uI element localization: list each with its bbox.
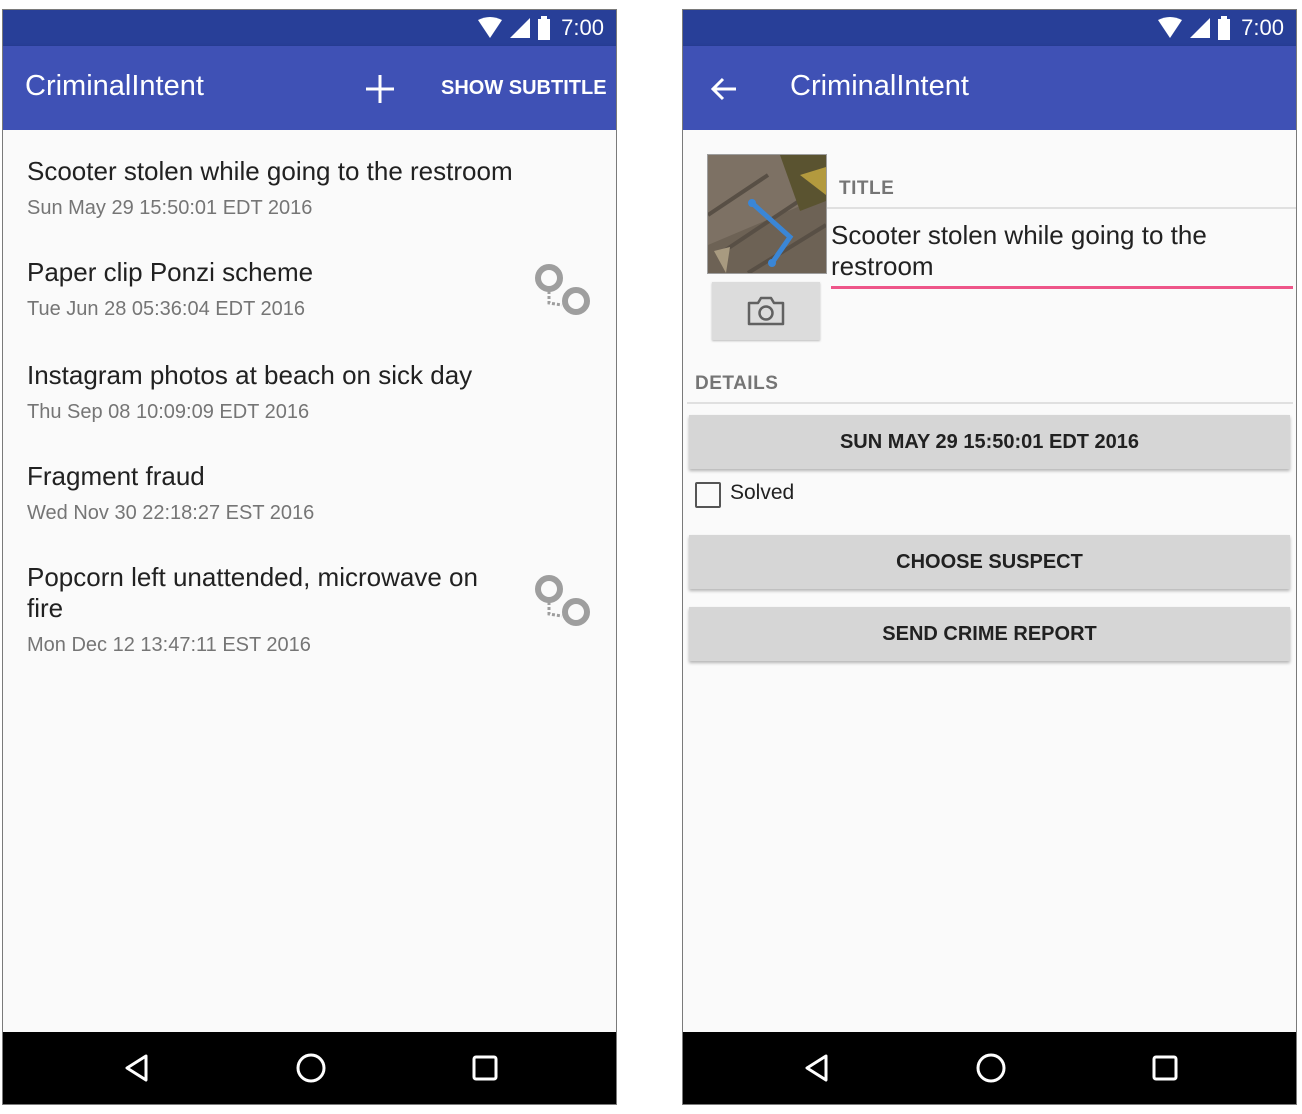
signal-icon [510,18,531,38]
arrow-back-icon[interactable] [709,74,739,104]
signal-icon [1190,18,1211,38]
camera-icon [747,296,785,326]
list-item[interactable]: Scooter stolen while going to the restro… [27,156,596,220]
crime-date-button[interactable]: SUN MAY 29 15:50:01 EDT 2016 [689,415,1290,469]
title-section-label: TITLE [839,178,895,199]
crime-title: Instagram photos at beach on sick day [27,360,473,390]
app-title: CriminalIntent [790,70,969,102]
nav-home-icon[interactable] [972,1049,1010,1087]
app-bar: CriminalIntent SHOW SUBTITLE [3,46,616,130]
solved-checkbox[interactable] [695,482,721,508]
handcuffs-icon [535,575,590,626]
camera-button[interactable] [712,282,820,340]
crime-title: Scooter stolen while going to the restro… [27,156,513,186]
nav-back-icon[interactable] [118,1049,156,1087]
crime-detail: TITLE Scooter stolen while going to the … [683,130,1296,1032]
battery-icon [1218,16,1231,40]
navigation-bar [3,1032,616,1104]
crime-list: Scooter stolen while going to the restro… [3,130,616,1032]
wifi-icon [478,17,503,38]
details-divider [687,402,1293,404]
status-time: 7:00 [561,15,604,40]
list-item[interactable]: Instagram photos at beach on sick day Th… [27,360,596,424]
status-time: 7:00 [1241,15,1284,40]
nav-home-icon[interactable] [292,1049,330,1087]
wifi-icon [1158,17,1183,38]
crime-title: Fragment fraud [27,461,205,491]
choose-suspect-button[interactable]: CHOOSE SUSPECT [689,535,1290,589]
nav-recents-icon[interactable] [1146,1049,1184,1087]
details-section-label: DETAILS [695,373,779,394]
app-bar: CriminalIntent [683,46,1296,130]
crime-date: Thu Sep 08 10:09:09 EDT 2016 [27,401,310,423]
show-subtitle-button[interactable]: SHOW SUBTITLE [441,77,607,100]
app-title: CriminalIntent [25,70,204,102]
crime-title: Popcorn left unattended, microwave on fi… [27,562,478,623]
battery-icon [538,16,551,40]
crime-title: Paper clip Ponzi scheme [27,257,314,287]
crime-date: Tue Jun 28 05:36:04 EDT 2016 [27,298,305,320]
nav-recents-icon[interactable] [466,1049,504,1087]
status-bar: 7:00 [683,10,1296,46]
crime-photo [707,154,827,274]
handcuffs-icon [535,264,590,315]
status-bar: 7:00 [3,10,616,46]
crime-title-input[interactable]: Scooter stolen while going to the restro… [831,220,1291,282]
nav-back-icon[interactable] [798,1049,836,1087]
title-divider [827,207,1296,209]
crime-detail-screen: 7:00 CriminalIntent TITLE Scooter stolen… [682,9,1297,1105]
navigation-bar [683,1032,1296,1104]
list-item[interactable]: Fragment fraud Wed Nov 30 22:18:27 EST 2… [27,461,596,525]
title-input-underline [831,286,1293,289]
list-item[interactable]: Popcorn left unattended, microwave on fi… [27,562,596,657]
crime-list-screen: 7:00 CriminalIntent SHOW SUBTITLE Scoote… [2,9,617,1105]
list-item[interactable]: Paper clip Ponzi scheme Tue Jun 28 05:36… [27,257,596,321]
crime-date: Sun May 29 15:50:01 EDT 2016 [27,197,313,219]
crime-date: Mon Dec 12 13:47:11 EST 2016 [27,634,311,656]
solved-label: Solved [730,481,795,504]
plus-icon[interactable] [363,72,397,106]
crime-date: Wed Nov 30 22:18:27 EST 2016 [27,502,315,524]
send-crime-report-button[interactable]: SEND CRIME REPORT [689,607,1290,661]
